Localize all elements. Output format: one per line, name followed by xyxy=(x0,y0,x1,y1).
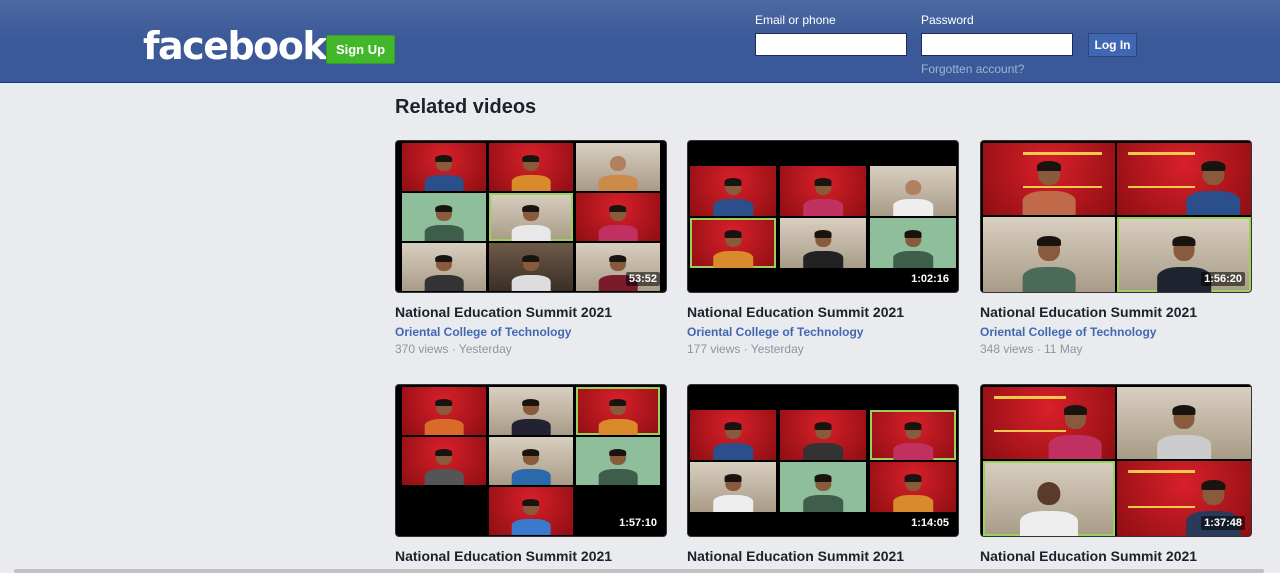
password-field[interactable] xyxy=(921,33,1073,56)
video-title[interactable]: National Education Summit 2021 xyxy=(980,547,1252,565)
email-label: Email or phone xyxy=(755,13,836,27)
video-thumbnail[interactable]: 1:37:48 xyxy=(980,384,1252,537)
video-card[interactable]: 1:57:10 National Education Summit 2021 xyxy=(395,384,667,565)
video-duration: 1:37:48 xyxy=(1201,516,1245,530)
sign-up-button[interactable]: Sign Up xyxy=(326,35,395,64)
forgotten-account-link[interactable]: Forgotten account? xyxy=(921,62,1024,76)
video-card[interactable]: 53:52 National Education Summit 2021 Ori… xyxy=(395,140,667,357)
video-meta: 370 views · Yesterday xyxy=(395,342,512,356)
horizontal-scrollbar[interactable] xyxy=(14,569,1264,573)
video-title[interactable]: National Education Summit 2021 xyxy=(395,547,667,565)
video-duration: 1:14:05 xyxy=(908,516,952,530)
video-title[interactable]: National Education Summit 2021 xyxy=(687,547,959,565)
video-card[interactable]: 1:37:48 National Education Summit 2021 xyxy=(980,384,1252,565)
video-thumbnail[interactable]: 1:14:05 xyxy=(687,384,959,537)
channel-link[interactable]: Oriental College of Technology xyxy=(395,324,667,340)
channel-link[interactable]: Oriental College of Technology xyxy=(980,324,1252,340)
video-title[interactable]: National Education Summit 2021 xyxy=(687,303,959,321)
video-duration: 1:57:10 xyxy=(616,516,660,530)
video-meta: 348 views · 11 May xyxy=(980,342,1083,356)
top-navigation-bar: facebook Sign Up Email or phone Password… xyxy=(0,0,1280,83)
video-title[interactable]: National Education Summit 2021 xyxy=(980,303,1252,321)
related-videos-heading: Related videos xyxy=(395,96,537,118)
video-meta: 177 views · Yesterday xyxy=(687,342,804,356)
video-thumbnail[interactable]: 53:52 xyxy=(395,140,667,293)
video-card[interactable]: 1:02:16 National Education Summit 2021 O… xyxy=(687,140,959,357)
video-duration: 53:52 xyxy=(625,272,660,286)
video-duration: 1:56:20 xyxy=(1201,272,1245,286)
video-card[interactable]: 1:14:05 National Education Summit 2021 xyxy=(687,384,959,565)
video-card[interactable]: 1:56:20 National Education Summit 2021 O… xyxy=(980,140,1252,357)
video-thumbnail[interactable]: 1:57:10 xyxy=(395,384,667,537)
video-thumbnail[interactable]: 1:56:20 xyxy=(980,140,1252,293)
video-title[interactable]: National Education Summit 2021 xyxy=(395,303,667,321)
facebook-logo[interactable]: facebook xyxy=(143,24,328,68)
email-field[interactable] xyxy=(755,33,907,56)
password-label: Password xyxy=(921,13,974,27)
channel-link[interactable]: Oriental College of Technology xyxy=(687,324,959,340)
log-in-button[interactable]: Log In xyxy=(1088,33,1137,57)
video-thumbnail[interactable]: 1:02:16 xyxy=(687,140,959,293)
video-duration: 1:02:16 xyxy=(908,272,952,286)
